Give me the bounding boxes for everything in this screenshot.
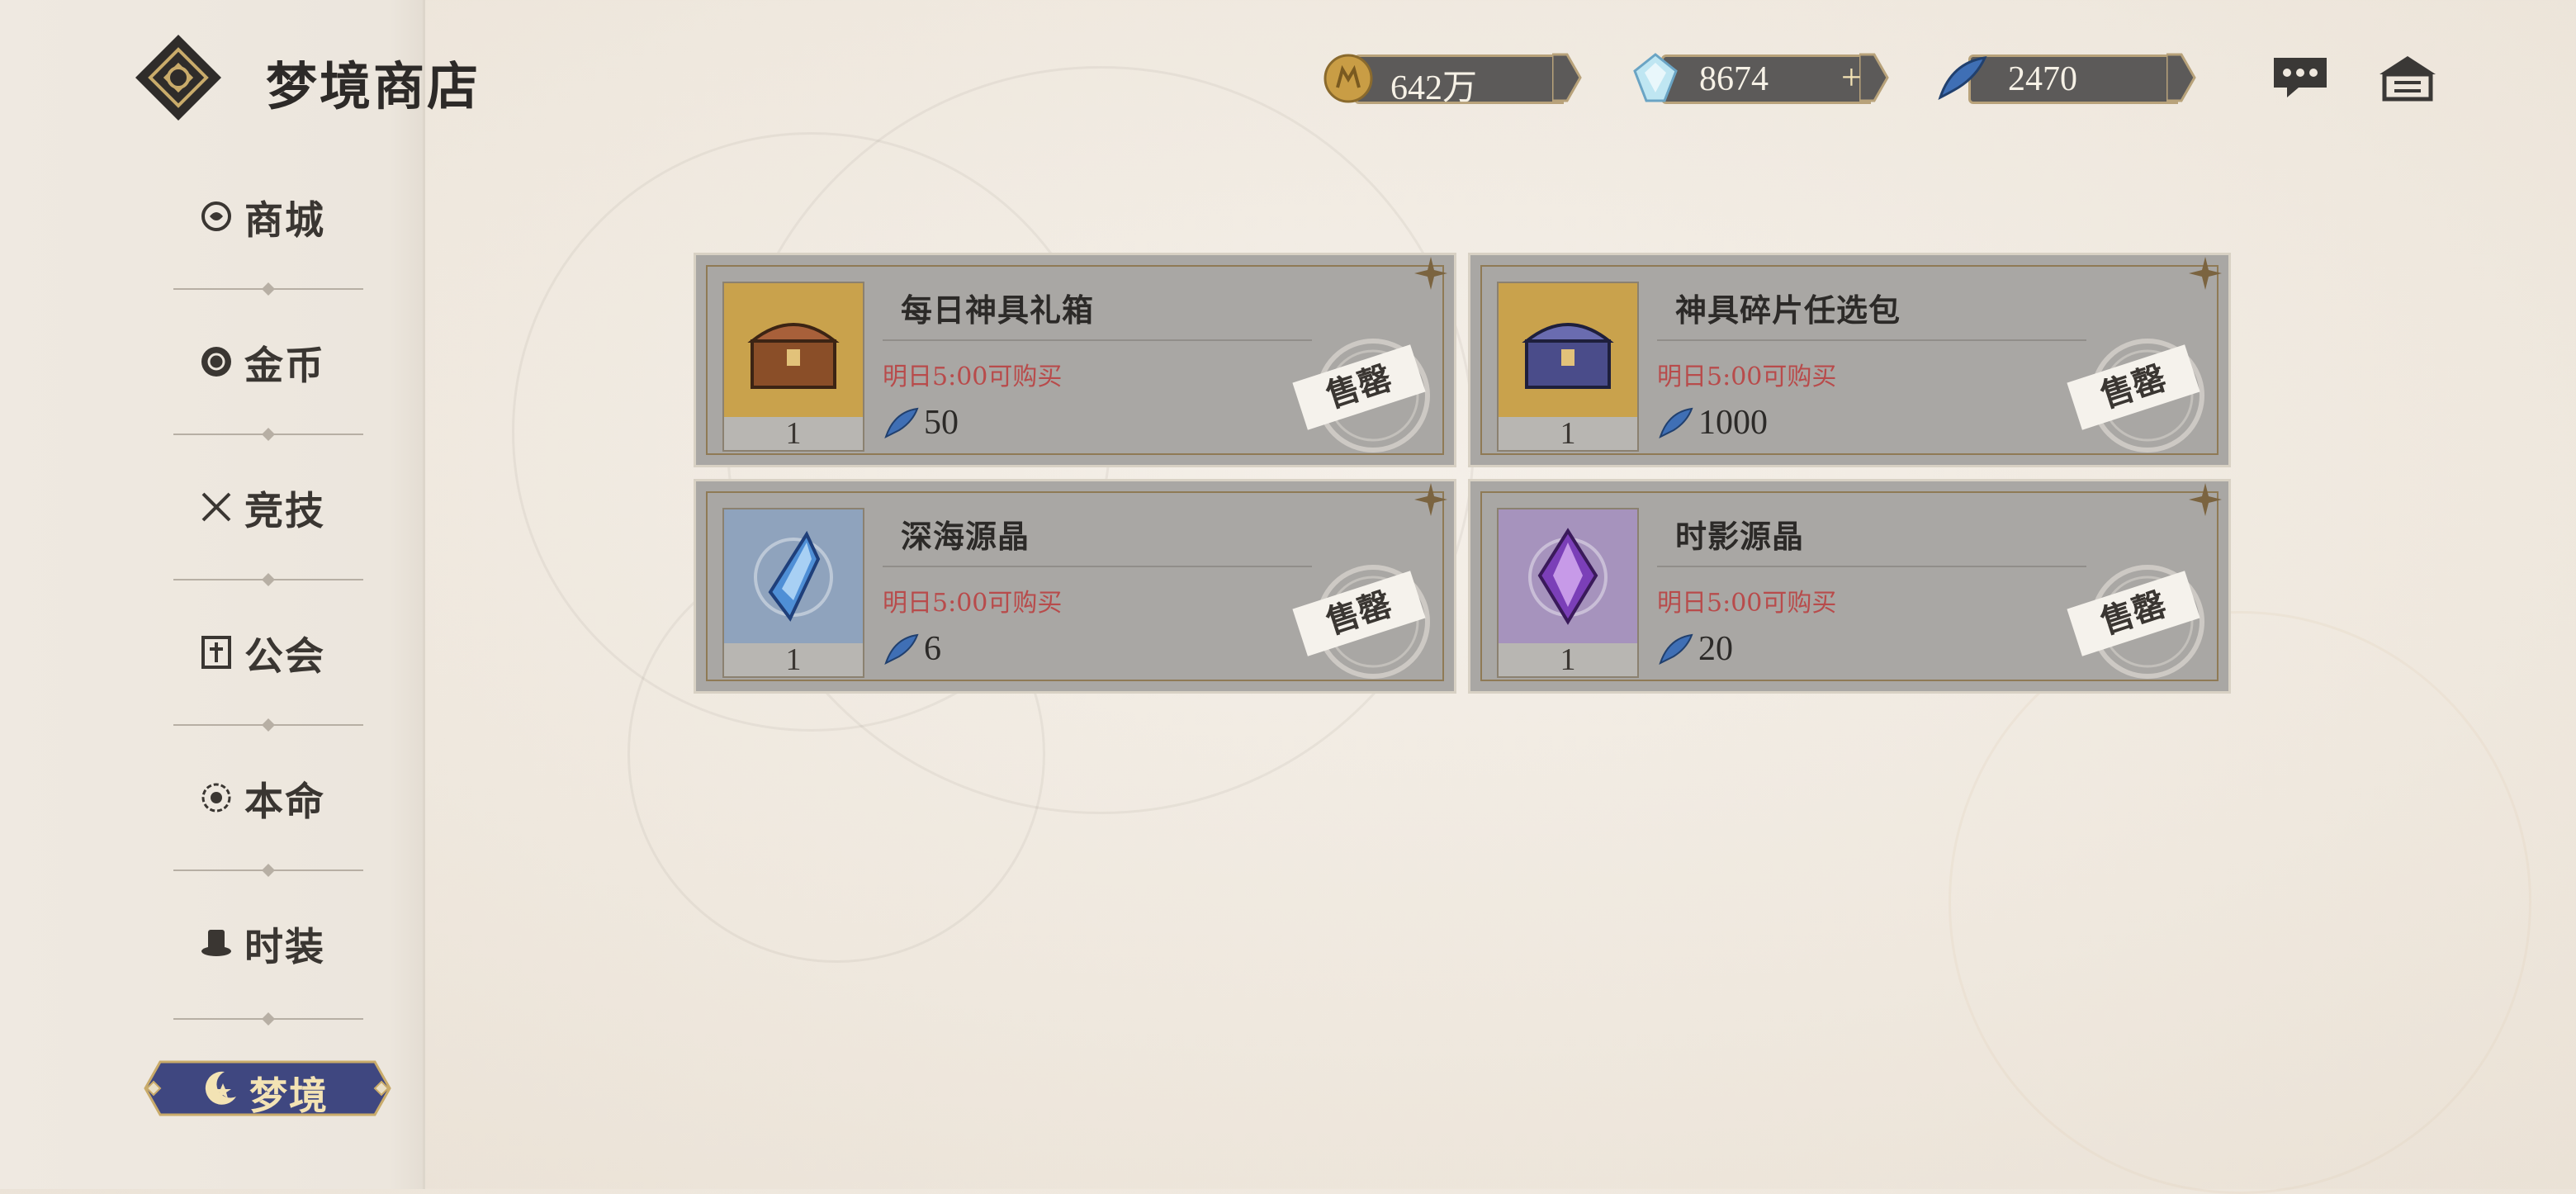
crossed-swords-icon xyxy=(198,489,234,525)
product-thumbnail xyxy=(722,508,864,647)
product-name: 时影源晶 xyxy=(1675,518,1805,555)
product-thumbnail xyxy=(722,282,864,420)
restock-timer: 明日5:00可购买 xyxy=(883,362,1063,391)
sidebar-item-dreamland[interactable]: 梦境 xyxy=(144,1057,391,1120)
bar-arrow xyxy=(1552,53,1582,102)
product-name: 每日神具礼箱 xyxy=(901,291,1095,329)
sold-out-stamp: 售罄 xyxy=(2065,321,2205,462)
product-quantity: 1 xyxy=(1497,417,1639,452)
diamond-currency[interactable]: 8674 + xyxy=(1628,51,1892,104)
divider xyxy=(173,282,363,296)
product-price: 1000 xyxy=(1657,402,1768,443)
sparkle-icon xyxy=(2189,257,2222,290)
sparkle-icon xyxy=(1414,257,1447,290)
divider xyxy=(173,428,363,441)
shop-logo-icon xyxy=(135,35,221,121)
purple-crystal-icon xyxy=(1528,528,1608,625)
diamond-icon xyxy=(1633,53,1678,102)
feather-currency[interactable]: 2470 xyxy=(1935,51,2200,104)
home-icon[interactable] xyxy=(2378,53,2437,102)
blue-feather-icon xyxy=(1659,633,1693,665)
sold-out-stamp: 售罄 xyxy=(1290,547,1431,688)
product-thumbnail xyxy=(1497,508,1639,647)
sidebar-item-mall[interactable]: 商城 xyxy=(198,183,363,249)
restock-timer: 明日5:00可购买 xyxy=(1657,589,1837,618)
product-name: 深海源晶 xyxy=(901,518,1030,555)
sidebar-item-label: 时装 xyxy=(244,924,325,970)
mall-icon xyxy=(198,198,234,235)
sidebar-item-gold[interactable]: 金币 xyxy=(198,329,363,395)
chat-icon[interactable] xyxy=(2271,53,2330,102)
product-card[interactable]: 1 每日神具礼箱 明日5:00可购买 50 售罄 xyxy=(694,253,1456,467)
product-card[interactable]: 1 神具碎片任选包 明日5:00可购买 1000 售罄 xyxy=(1468,253,2231,467)
product-price: 50 xyxy=(883,402,959,443)
blue-feather-icon xyxy=(1659,407,1693,438)
product-thumbnail xyxy=(1497,282,1639,420)
guild-icon xyxy=(198,634,234,670)
feather-amount: 2470 xyxy=(2008,60,2077,98)
sparkle-icon xyxy=(1414,483,1447,516)
sold-out-stamp: 售罄 xyxy=(2065,547,2205,688)
blue-feather-icon xyxy=(884,407,919,438)
diamond-amount: 8674 xyxy=(1699,60,1769,98)
sidebar-item-label: 梦境 xyxy=(249,1073,329,1118)
sidebar-item-arena[interactable]: 竞技 xyxy=(198,474,363,540)
blue-feather-icon xyxy=(1938,56,1987,100)
bar-arrow xyxy=(1859,53,1889,102)
bar-arrow xyxy=(2166,53,2196,102)
restock-timer: 明日5:00可购买 xyxy=(883,589,1063,618)
restock-timer: 明日5:00可购买 xyxy=(1657,362,1837,391)
gold-currency[interactable]: 642万 xyxy=(1321,51,1585,107)
treasure-chest-icon xyxy=(1522,323,1614,389)
sidebar-item-label: 竞技 xyxy=(244,488,325,534)
destiny-icon xyxy=(198,779,234,816)
divider xyxy=(173,1012,363,1026)
blue-feather-icon xyxy=(884,633,919,665)
gold-coin-icon xyxy=(1324,54,1373,103)
sparkle-icon xyxy=(2189,483,2222,516)
sidebar-item-label: 本命 xyxy=(244,779,325,825)
coin-icon xyxy=(198,344,234,380)
product-quantity: 1 xyxy=(722,417,864,452)
sidebar-item-label: 金币 xyxy=(244,343,325,389)
sidebar-item-label: 公会 xyxy=(244,633,325,680)
divider xyxy=(173,718,363,732)
page-title: 梦境商店 xyxy=(266,56,481,116)
product-price: 20 xyxy=(1657,628,1733,670)
product-quantity: 1 xyxy=(1497,643,1639,678)
top-hat-icon xyxy=(198,925,234,961)
divider xyxy=(173,573,363,586)
product-card[interactable]: 1 深海源晶 明日5:00可购买 6 售罄 xyxy=(694,479,1456,694)
sidebar-item-destiny[interactable]: 本命 xyxy=(198,765,363,831)
treasure-chest-icon xyxy=(747,323,840,389)
sidebar-item-guild[interactable]: 公会 xyxy=(198,619,363,685)
gold-amount: 642万 xyxy=(1390,69,1478,107)
product-card[interactable]: 1 时影源晶 明日5:00可购买 20 售罄 xyxy=(1468,479,2231,694)
divider xyxy=(173,864,363,877)
product-price: 6 xyxy=(883,628,941,670)
product-name: 神具碎片任选包 xyxy=(1675,291,1901,329)
sold-out-stamp: 售罄 xyxy=(1290,321,1431,462)
blue-crystal-icon xyxy=(754,530,833,622)
sidebar-item-label: 商城 xyxy=(244,197,325,244)
product-quantity: 1 xyxy=(722,643,864,678)
sidebar-item-fashion[interactable]: 时装 xyxy=(198,910,363,976)
add-diamond-button[interactable]: + xyxy=(1841,56,1862,98)
moon-star-icon xyxy=(205,1071,236,1105)
